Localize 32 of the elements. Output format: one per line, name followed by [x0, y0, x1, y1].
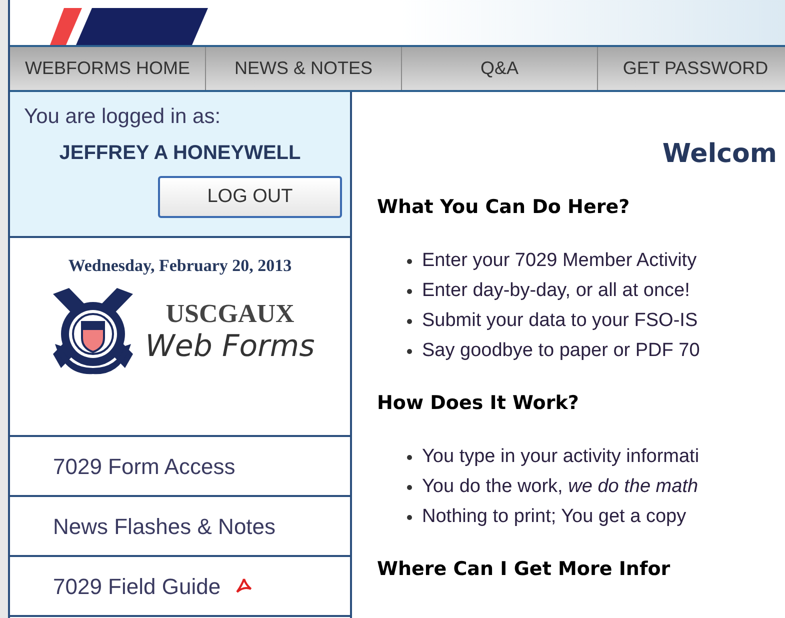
user-name: JEFFREY A HONEYWELL	[59, 141, 301, 166]
login-caption: You are logged in as:	[24, 104, 222, 130]
logout-button[interactable]: LOG OUT	[158, 176, 342, 218]
nav-tab[interactable]: NEWS & NOTES	[206, 47, 402, 90]
bullet-icon	[407, 514, 412, 520]
logo-title: USCGAUX	[166, 299, 294, 329]
nav-tab[interactable]: GET PASSWORD	[598, 47, 785, 90]
bullet-icon	[407, 348, 412, 354]
section-heading: What You Can Do Here?	[377, 195, 631, 220]
bullet-icon	[407, 288, 412, 294]
sidebar-link[interactable]: 7029 Form Access	[53, 450, 236, 482]
section-heading: How Does It Work?	[377, 391, 580, 416]
section-heading: Where Can I Get More Infor	[377, 557, 672, 582]
bullet-text: Submit your data to your FSO-IS	[422, 308, 698, 333]
bullet-icon	[407, 454, 412, 460]
nav-tab[interactable]: Q&A	[402, 47, 598, 90]
bullet-text: Enter day-by-day, or all at once!	[422, 278, 690, 303]
bullet-text: Nothing to print; You get a copy	[422, 504, 686, 529]
pdf-icon	[234, 577, 253, 595]
welcome-heading: Welcom	[662, 138, 777, 170]
bullet-icon	[407, 484, 412, 490]
sidebar-link[interactable]: 7029 Field Guide	[53, 570, 221, 602]
bullet-text: You type in your activity informati	[422, 444, 700, 469]
sidebar-link[interactable]: News Flashes & Notes	[53, 510, 276, 542]
bullet-text: Enter your 7029 Member Activity	[422, 248, 697, 273]
logo-subtitle: Web Forms	[145, 329, 315, 365]
current-date: Wednesday, February 20, 2013	[67, 255, 293, 277]
bullet-icon	[407, 258, 412, 264]
nav-tab[interactable]: WEBFORMS HOME	[10, 47, 206, 90]
bullet-icon	[407, 318, 412, 324]
bullet-text: You do the work, we do the math	[422, 474, 698, 499]
bullet-text: Say goodbye to paper or PDF 70	[422, 338, 700, 363]
